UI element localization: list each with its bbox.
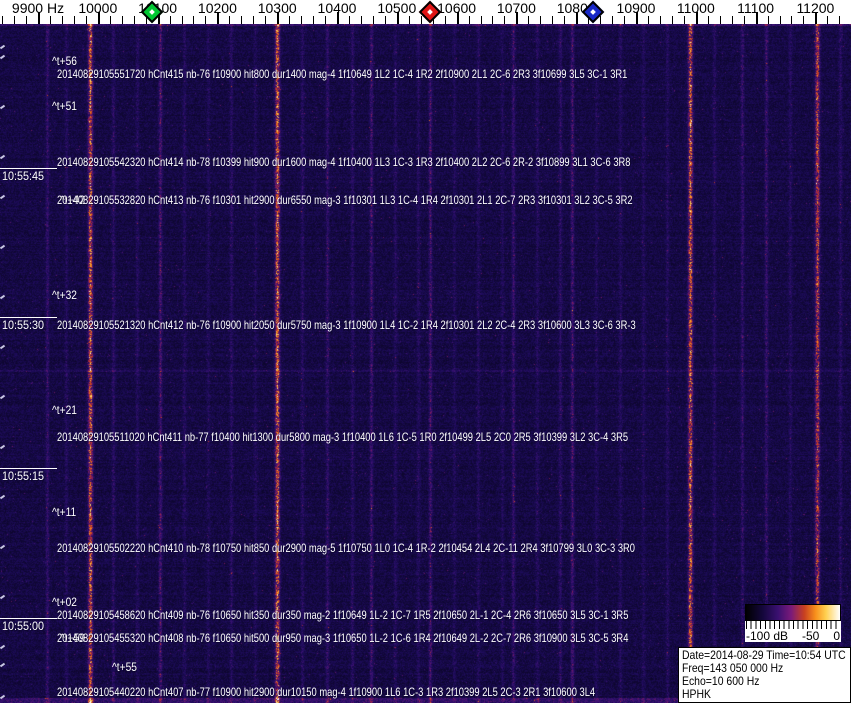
axis-minor-tick: [552, 16, 554, 24]
axis-frequency-label: 10600: [437, 0, 477, 16]
frequency-axis-ruler: 9900 Hz100001010010200103001040010500106…: [0, 0, 851, 24]
axis-minor-tick: [839, 16, 841, 24]
axis-frequency-label: 9900 Hz: [11, 0, 65, 16]
axis-minor-tick: [109, 16, 111, 24]
axis-minor-tick: [384, 16, 386, 24]
axis-minor-tick: [743, 16, 745, 24]
axis-minor-tick: [624, 16, 626, 24]
axis-minor-tick: [791, 16, 793, 24]
axis-minor-tick: [528, 16, 530, 24]
axis-minor-tick: [301, 16, 303, 24]
axis-minor-tick: [253, 16, 255, 24]
event-time-marker: ^t+21: [52, 403, 77, 417]
event-detection-line: 20140829105502220 hCnt410 nb-78 f10750 h…: [57, 541, 636, 555]
info-station-line: HPHK: [682, 687, 712, 701]
legend-labels: -100 dB -50 0: [745, 628, 841, 643]
event-time-marker: ^t+51: [52, 99, 77, 113]
axis-minor-tick: [372, 16, 374, 24]
event-detection-line: 20140829105440220 hCnt407 nb-77 f10900 h…: [57, 685, 596, 699]
axis-minor-tick: [659, 16, 661, 24]
axis-minor-tick: [26, 16, 28, 24]
axis-minor-tick: [2, 16, 4, 24]
axis-minor-tick: [719, 16, 721, 24]
axis-frequency-label: 10700: [496, 0, 536, 16]
axis-minor-tick: [444, 16, 446, 24]
time-axis-label: 10:55:45: [2, 169, 45, 183]
axis-minor-tick: [61, 16, 63, 24]
axis-minor-tick: [468, 16, 470, 24]
axis-minor-tick: [325, 16, 327, 24]
axis-minor-tick: [73, 16, 75, 24]
axis-frequency-label: 10400: [317, 0, 357, 16]
axis-minor-tick: [707, 16, 709, 24]
legend-max-label: 0: [833, 628, 840, 643]
db-scale-legend: -100 dB -50 0: [745, 604, 841, 643]
axis-frequency-label: 11200: [796, 0, 835, 16]
event-detection-line: 20140829105551720 hCnt415 nb-76 f10900 h…: [57, 67, 628, 81]
axis-minor-tick: [265, 16, 267, 24]
axis-minor-tick: [193, 16, 195, 24]
time-axis-label: 10:55:15: [2, 469, 45, 483]
axis-minor-tick: [671, 16, 673, 24]
meteor-spectrogram-window: 9900 Hz100001010010200103001040010500106…: [0, 0, 851, 703]
axis-minor-tick: [564, 16, 566, 24]
time-axis-label: 10:55:30: [2, 318, 45, 332]
axis-frequency-label: 10900: [616, 0, 656, 16]
event-detection-line: 20140829105532820 hCnt413 nb-76 f10301 h…: [57, 193, 633, 207]
axis-minor-tick: [600, 16, 602, 24]
axis-minor-tick: [480, 16, 482, 24]
axis-frequency-label: 10000: [78, 0, 118, 16]
observation-info-box: Date=2014-08-29 Time=10:54 UTC Freq=143 …: [678, 647, 851, 703]
axis-minor-tick: [803, 16, 805, 24]
axis-frequency-label: 10300: [257, 0, 297, 16]
axis-minor-tick: [289, 16, 291, 24]
axis-minor-tick: [492, 16, 494, 24]
axis-minor-tick: [612, 16, 614, 24]
axis-frequency-label: 11100: [737, 0, 775, 16]
event-detection-line: 20140829105521320 hCnt412 nb-76 f10900 h…: [57, 318, 636, 332]
time-axis-label: 10:55:00: [2, 619, 45, 633]
axis-minor-tick: [229, 16, 231, 24]
spectrogram-canvas: [0, 24, 851, 703]
axis-frequency-label: 11000: [676, 0, 715, 16]
axis-minor-tick: [205, 16, 207, 24]
colormap-gradient-bar: [745, 604, 841, 621]
axis-minor-tick: [14, 16, 16, 24]
axis-minor-tick: [731, 16, 733, 24]
axis-minor-tick: [540, 16, 542, 24]
axis-minor-tick: [504, 16, 506, 24]
axis-minor-tick: [133, 16, 135, 24]
event-time-marker: ^t+32: [52, 288, 77, 302]
event-time-marker: ^t+11: [52, 505, 77, 519]
axis-minor-tick: [313, 16, 315, 24]
axis-minor-tick: [420, 16, 422, 24]
axis-minor-tick: [121, 16, 123, 24]
axis-minor-tick: [241, 16, 243, 24]
event-detection-line: 20140829105458620 hCnt409 nb-76 f10650 h…: [57, 608, 629, 622]
legend-mid-label: -50: [802, 628, 820, 643]
axis-minor-tick: [767, 16, 769, 24]
axis-minor-tick: [683, 16, 685, 24]
axis-minor-tick: [348, 16, 350, 24]
axis-minor-tick: [360, 16, 362, 24]
axis-minor-tick: [647, 16, 649, 24]
axis-minor-tick: [779, 16, 781, 24]
axis-frequency-label: 10500: [377, 0, 417, 16]
axis-minor-tick: [408, 16, 410, 24]
event-detection-line: 20140829105455320 hCnt408 nb-76 f10650 h…: [57, 631, 629, 645]
axis-minor-tick: [181, 16, 183, 24]
legend-min-label: -100 dB: [746, 628, 789, 643]
axis-frequency-label: 10200: [197, 0, 237, 16]
axis-minor-tick: [827, 16, 829, 24]
axis-minor-tick: [85, 16, 87, 24]
event-time-marker: ^t+55: [112, 660, 137, 674]
axis-minor-tick: [169, 16, 171, 24]
event-detection-line: 20140829105542320 hCnt414 nb-78 f10399 h…: [57, 155, 631, 169]
event-detection-line: 20140829105511020 hCnt411 nb-77 f10400 h…: [57, 430, 629, 444]
axis-minor-tick: [49, 16, 51, 24]
